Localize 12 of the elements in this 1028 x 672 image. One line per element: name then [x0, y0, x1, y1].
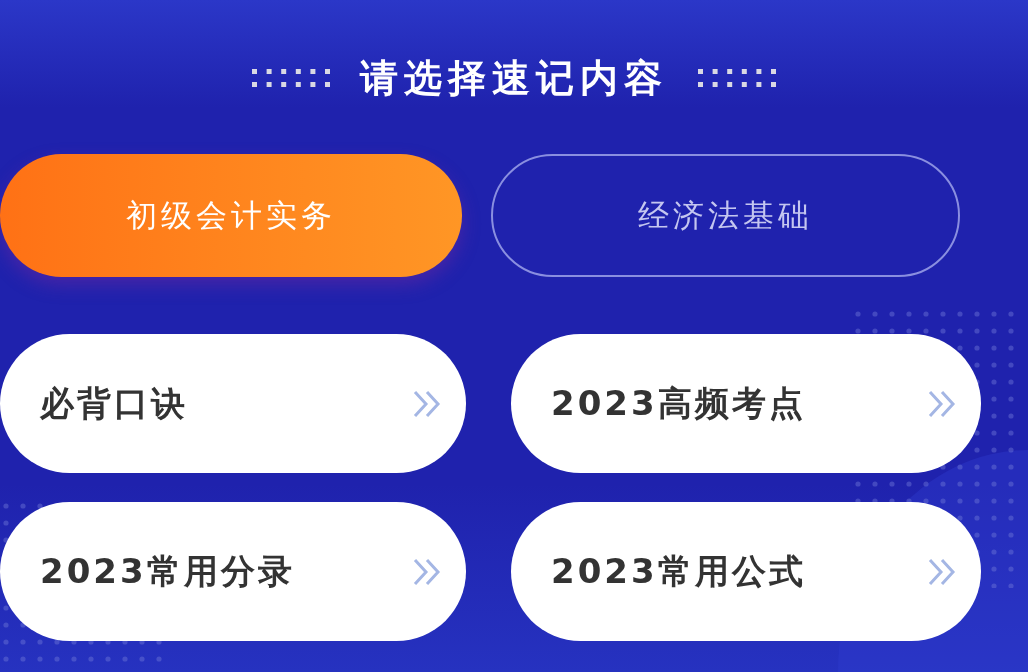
dots-ornament-icon	[698, 69, 776, 87]
page-title: 请选择速记内容	[360, 55, 668, 102]
menu-card[interactable]: 2023常用分录	[0, 502, 466, 641]
double-chevron-icon	[928, 389, 956, 418]
category-tab[interactable]: 经济法基础	[491, 154, 960, 277]
double-chevron-icon	[928, 557, 956, 586]
menu-card[interactable]: 2023常用公式	[511, 502, 981, 641]
double-chevron-icon	[413, 557, 441, 586]
menu-card[interactable]: 必背口诀	[0, 334, 466, 473]
double-chevron-icon	[413, 389, 441, 418]
menu-card[interactable]: 2023高频考点	[511, 334, 981, 473]
dots-ornament-icon	[252, 69, 330, 87]
